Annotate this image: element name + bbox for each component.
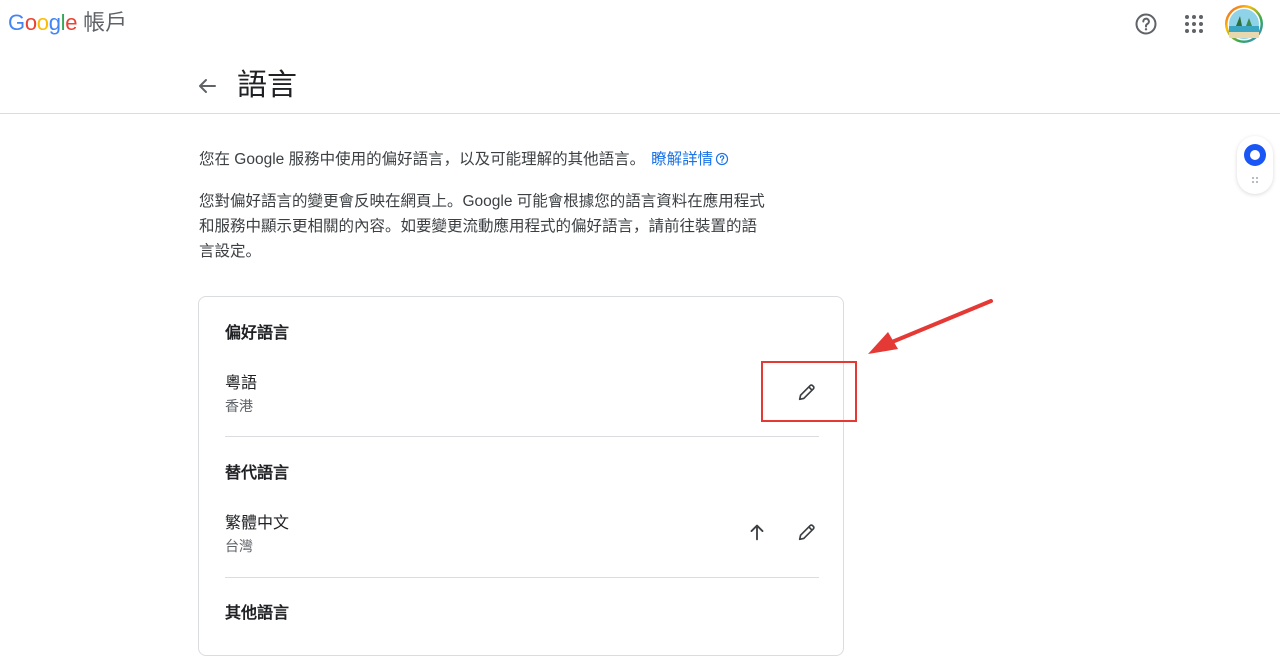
language-region: 香港 [225,398,253,414]
preferred-language-title: 偏好語言 [225,325,290,342]
learn-more-link[interactable]: 瞭解詳情 [651,151,729,168]
divider [225,436,819,437]
help-circle-small-icon [715,150,729,174]
google-logo: Google [8,9,77,37]
intro-text: 您在 Google 服務中使用的偏好語言，以及可能理解的其他語言。 [199,151,646,168]
pencil-icon[interactable] [795,520,819,544]
google-account-logo[interactable]: Google 帳戶 [8,9,127,37]
logo-letter: o [24,10,37,35]
page-header: 語言 [0,56,1280,114]
logo-letter: g [48,10,61,35]
language-region: 台灣 [225,538,253,554]
language-name: 繁體中文 [225,515,290,532]
top-app-bar: Google 帳戶 [0,0,1280,56]
intro-paragraph: 您對偏好語言的變更會反映在網頁上。Google 可能會根據您的語言資料在應用程式… [199,193,765,260]
page-title: 語言 [237,69,297,102]
floating-side-widget [1237,136,1273,194]
alternate-language-title: 替代語言 [225,465,290,482]
pencil-icon[interactable] [795,380,819,404]
list-item-alternate-language[interactable]: 繁體中文 台灣 [225,513,819,563]
logo-letter: e [65,10,78,35]
learn-more-label: 瞭解詳情 [651,151,714,168]
arrow-up-icon[interactable] [745,520,769,544]
user-avatar[interactable] [1224,4,1264,44]
logo-letter: G [8,10,25,35]
language-name: 粵語 [225,375,258,392]
language-card: 偏好語言 粵語 香港 替代語言 繁體中文 台灣 其他語言 [198,296,844,656]
help-circle-icon[interactable] [1134,12,1158,36]
product-name: 帳戶 [83,10,128,35]
drag-handle-icon[interactable] [1251,176,1259,184]
intro-line: 您在 Google 服務中使用的偏好語言，以及可能理解的其他語言。 瞭解詳情 [199,148,779,174]
apps-grid-icon[interactable] [1182,12,1206,36]
divider [225,577,819,578]
logo-letter: o [36,10,49,35]
annotation-arrow-icon [868,299,993,354]
arrow-back-icon[interactable] [195,74,219,98]
list-item-preferred-language[interactable]: 粵語 香港 [225,373,819,423]
assistant-bubble-icon[interactable] [1244,144,1266,166]
